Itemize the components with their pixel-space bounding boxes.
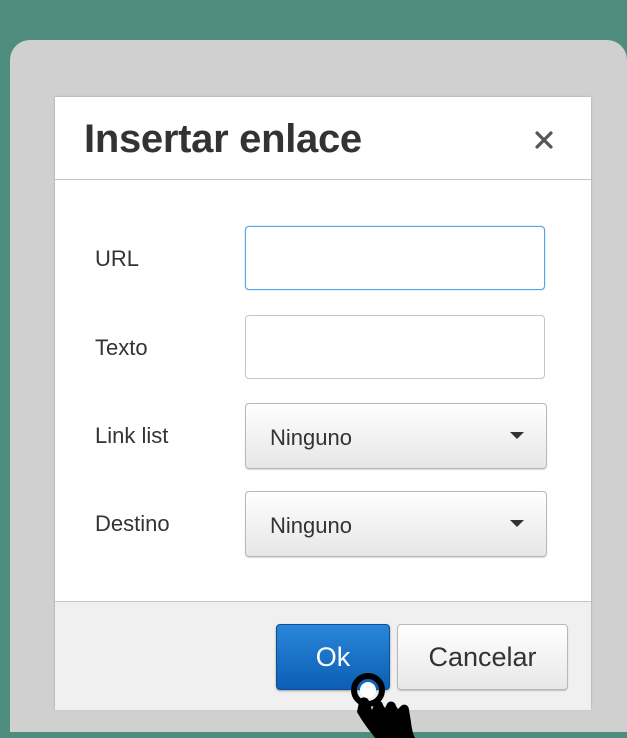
link-list-label: Link list <box>95 423 169 448</box>
insert-link-dialog: Insertar enlace URL Texto Link list Ning… <box>55 97 591 710</box>
dialog-title: Insertar enlace <box>84 117 362 161</box>
target-selected-value: Ninguno <box>270 513 352 538</box>
url-input[interactable] <box>245 226 545 290</box>
close-button[interactable] <box>527 123 561 157</box>
close-icon <box>535 131 553 149</box>
text-input[interactable] <box>245 315 545 379</box>
target-label: Destino <box>95 511 170 536</box>
target-row: Destino Ninguno <box>55 491 591 557</box>
chevron-down-icon <box>510 520 524 527</box>
url-row: URL <box>55 226 591 292</box>
target-select[interactable]: Ninguno <box>245 491 547 557</box>
pointer-hand-icon <box>351 673 415 738</box>
link-list-select[interactable]: Ninguno <box>245 403 547 469</box>
url-label: URL <box>95 246 140 271</box>
dialog-header: Insertar enlace <box>55 97 591 180</box>
text-row: Texto <box>55 315 591 381</box>
chevron-down-icon <box>510 432 524 439</box>
text-label: Texto <box>95 335 148 360</box>
dialog-footer: Ok Cancelar <box>55 601 591 710</box>
link-list-row: Link list Ninguno <box>55 403 591 469</box>
link-list-selected-value: Ninguno <box>270 425 352 450</box>
